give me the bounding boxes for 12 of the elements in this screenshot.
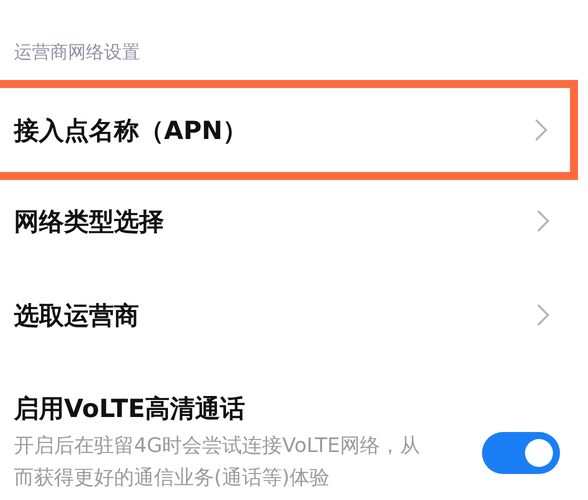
settings-row[interactable]: 接入点名称（APN）: [0, 80, 578, 180]
chevron-icon: [534, 118, 548, 142]
toggle-switch[interactable]: [482, 432, 560, 474]
row-label: 网络类型选择: [14, 206, 164, 238]
chevron-icon: [536, 209, 550, 233]
settings-row[interactable]: 选取运营商: [0, 268, 578, 362]
chevron-icon: [536, 303, 550, 327]
row-label: 启用VoLTE高清通话: [14, 393, 246, 425]
row-label: 选取运营商: [14, 300, 139, 332]
row-label: 接入点名称（APN）: [14, 114, 248, 146]
section-title: 运营商网络设置: [14, 41, 141, 65]
row-description: 开启后在驻留4G时会尝试连接VoLTE网络，从而获得更好的通信业务(通话等)体验: [14, 432, 421, 491]
